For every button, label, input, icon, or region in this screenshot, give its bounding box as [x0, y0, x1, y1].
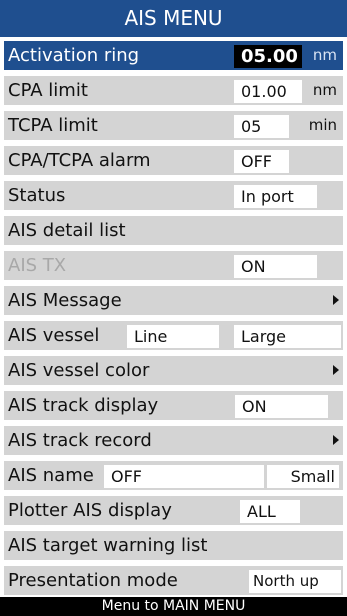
ais-track-display-row[interactable]: AIS track display ON: [4, 391, 343, 420]
ais-vessel-color-label: AIS vessel color: [8, 360, 150, 381]
ais-vessel-row[interactable]: AIS vessel Line Large: [4, 321, 343, 350]
activation-ring-unit: nm: [312, 46, 337, 64]
cpa-tcpa-alarm-label: CPA/TCPA alarm: [8, 150, 151, 171]
ais-tx-row[interactable]: AIS TX ON: [4, 251, 343, 280]
ais-tx-label: AIS TX: [8, 255, 67, 276]
ais-message-label: AIS Message: [8, 290, 122, 311]
plotter-ais-display-label: Plotter AIS display: [8, 500, 172, 521]
status-label: Status: [8, 185, 66, 206]
menu-footer-hint: Menu to MAIN MENU: [0, 597, 347, 616]
cpa-limit-row[interactable]: CPA limit 01.00 nm: [4, 76, 343, 105]
activation-ring-label: Activation ring: [8, 45, 140, 66]
ais-track-display-value[interactable]: ON: [235, 395, 328, 418]
tcpa-limit-row[interactable]: TCPA limit 05 min: [4, 111, 343, 140]
ais-detail-list-label: AIS detail list: [8, 220, 126, 241]
cpa-limit-value[interactable]: 01.00: [234, 80, 302, 103]
ais-name-size-value[interactable]: Small: [267, 465, 339, 488]
cpa-limit-label: CPA limit: [8, 80, 88, 101]
menu-title: AIS MENU: [0, 0, 347, 37]
ais-tx-value[interactable]: ON: [234, 255, 317, 278]
ais-track-record-label: AIS track record: [8, 430, 152, 451]
submenu-arrow-icon: [333, 435, 339, 445]
ais-track-display-label: AIS track display: [8, 395, 159, 416]
cpa-tcpa-alarm-row[interactable]: CPA/TCPA alarm OFF: [4, 146, 343, 175]
activation-ring-row[interactable]: Activation ring 05.00 nm: [4, 41, 343, 70]
presentation-mode-value[interactable]: North up: [249, 570, 341, 593]
cpa-limit-unit: nm: [312, 81, 337, 99]
ais-menu: AIS MENU Activation ring 05.00 nm CPA li…: [0, 0, 347, 616]
submenu-arrow-icon: [333, 365, 339, 375]
ais-vessel-label: AIS vessel: [8, 325, 100, 346]
cpa-tcpa-alarm-value[interactable]: OFF: [234, 150, 289, 173]
ais-name-label: AIS name: [8, 465, 94, 486]
ais-vessel-size-value[interactable]: Large: [234, 325, 341, 348]
presentation-mode-row[interactable]: Presentation mode North up: [4, 566, 343, 595]
ais-message-row[interactable]: AIS Message: [4, 286, 343, 315]
status-value[interactable]: In port: [234, 185, 317, 208]
presentation-mode-label: Presentation mode: [8, 570, 178, 591]
ais-vessel-color-row[interactable]: AIS vessel color: [4, 356, 343, 385]
tcpa-limit-label: TCPA limit: [8, 115, 98, 136]
plotter-ais-display-value[interactable]: ALL: [240, 500, 300, 523]
ais-target-warning-list-row[interactable]: AIS target warning list: [4, 531, 343, 560]
ais-name-value[interactable]: OFF: [104, 465, 264, 488]
ais-vessel-type-value[interactable]: Line: [127, 325, 219, 348]
ais-detail-list-row[interactable]: AIS detail list: [4, 216, 343, 245]
tcpa-limit-value[interactable]: 05: [234, 115, 289, 138]
status-row[interactable]: Status In port: [4, 181, 343, 210]
plotter-ais-display-row[interactable]: Plotter AIS display ALL: [4, 496, 343, 525]
activation-ring-value[interactable]: 05.00: [234, 45, 302, 68]
ais-track-record-row[interactable]: AIS track record: [4, 426, 343, 455]
submenu-arrow-icon: [333, 295, 339, 305]
ais-target-warning-list-label: AIS target warning list: [8, 535, 208, 556]
tcpa-limit-unit: min: [308, 116, 337, 134]
ais-name-row[interactable]: AIS name OFF Small: [4, 461, 343, 490]
